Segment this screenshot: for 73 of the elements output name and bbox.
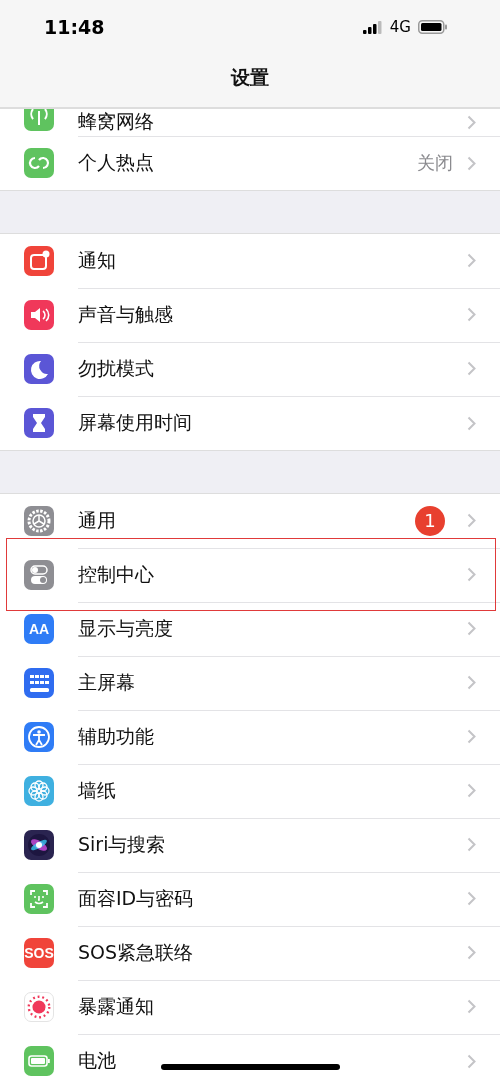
notification-badge: 1 xyxy=(415,505,445,536)
chevron-icon xyxy=(467,945,476,960)
row-label: 墙纸 xyxy=(78,777,116,803)
grid-icon xyxy=(24,668,54,698)
settings-row[interactable]: 个人热点 关闭 xyxy=(0,136,500,190)
gear-icon xyxy=(24,506,54,536)
row-label: 面容ID与密码 xyxy=(78,885,194,911)
notify-icon xyxy=(24,246,54,276)
chevron-icon xyxy=(467,307,476,322)
settings-row[interactable]: 通用 1 xyxy=(0,494,500,548)
chevron-icon xyxy=(467,253,476,268)
face-icon xyxy=(24,884,54,914)
battery-icon xyxy=(418,20,448,34)
settings-row[interactable]: 勿扰模式 xyxy=(0,342,500,396)
settings-row[interactable]: SOS SOS紧急联络 xyxy=(0,926,500,980)
text-icon: AA xyxy=(24,614,54,644)
network-type: 4G xyxy=(389,18,411,36)
status-time: 11:48 xyxy=(44,16,105,38)
sound-icon xyxy=(24,300,54,330)
chevron-icon xyxy=(467,114,476,130)
row-label: 辅助功能 xyxy=(78,723,154,749)
access-icon xyxy=(24,722,54,752)
settings-row[interactable]: 通知 xyxy=(0,234,500,288)
page-title: 设置 xyxy=(231,64,269,90)
row-label: Siri与搜索 xyxy=(78,831,166,857)
settings-row[interactable]: 面容ID与密码 xyxy=(0,872,500,926)
chevron-icon xyxy=(467,891,476,906)
chevron-icon xyxy=(467,837,476,852)
chevron-icon xyxy=(467,567,476,582)
chevron-icon xyxy=(467,513,476,528)
settings-row[interactable]: 声音与触感 xyxy=(0,288,500,342)
chevron-icon xyxy=(467,621,476,636)
row-label: 通用 xyxy=(78,507,116,533)
siri-icon xyxy=(24,830,54,860)
settings-row[interactable]: 辅助功能 xyxy=(0,710,500,764)
row-label: 声音与触感 xyxy=(78,301,173,327)
row-label: 屏幕使用时间 xyxy=(78,410,192,435)
flower-icon xyxy=(24,776,54,806)
row-label: 显示与亮度 xyxy=(78,615,173,641)
chevron-icon xyxy=(467,783,476,798)
exposure-icon xyxy=(24,992,54,1022)
hotspot-icon xyxy=(24,148,54,178)
row-label: 主屏幕 xyxy=(78,669,135,695)
chevron-icon xyxy=(467,999,476,1014)
settings-row[interactable]: 控制中心 xyxy=(0,548,500,602)
chevron-icon xyxy=(467,675,476,690)
chevron-icon xyxy=(467,729,476,744)
chevron-icon xyxy=(467,415,476,431)
row-label: 暴露通知 xyxy=(78,993,154,1019)
row-label: SOS紧急联络 xyxy=(78,939,194,965)
settings-row[interactable]: 屏幕使用时间 xyxy=(0,396,500,450)
row-value: 关闭 xyxy=(417,151,453,175)
row-label: 蜂窝网络 xyxy=(78,109,154,134)
toggles-icon xyxy=(24,560,54,590)
settings-row[interactable]: AA 显示与亮度 xyxy=(0,602,500,656)
moon-icon xyxy=(24,354,54,384)
settings-row[interactable]: 墙纸 xyxy=(0,764,500,818)
chevron-icon xyxy=(467,361,476,376)
signal-icon xyxy=(362,20,383,34)
settings-row[interactable]: 主屏幕 xyxy=(0,656,500,710)
hourglass-icon xyxy=(24,408,54,438)
battery-icon xyxy=(24,1046,54,1076)
settings-row[interactable]: 蜂窝网络 xyxy=(0,109,500,136)
chevron-icon xyxy=(467,155,476,171)
chevron-icon xyxy=(467,1053,476,1069)
settings-row[interactable]: 暴露通知 xyxy=(0,980,500,1034)
settings-row[interactable]: Siri与搜索 xyxy=(0,818,500,872)
row-label: 个人热点 xyxy=(78,150,154,175)
sos-icon: SOS xyxy=(24,938,54,968)
row-label: 控制中心 xyxy=(78,561,154,587)
row-label: 通知 xyxy=(78,247,116,273)
row-label: 电池 xyxy=(78,1048,116,1073)
row-label: 勿扰模式 xyxy=(78,355,154,381)
